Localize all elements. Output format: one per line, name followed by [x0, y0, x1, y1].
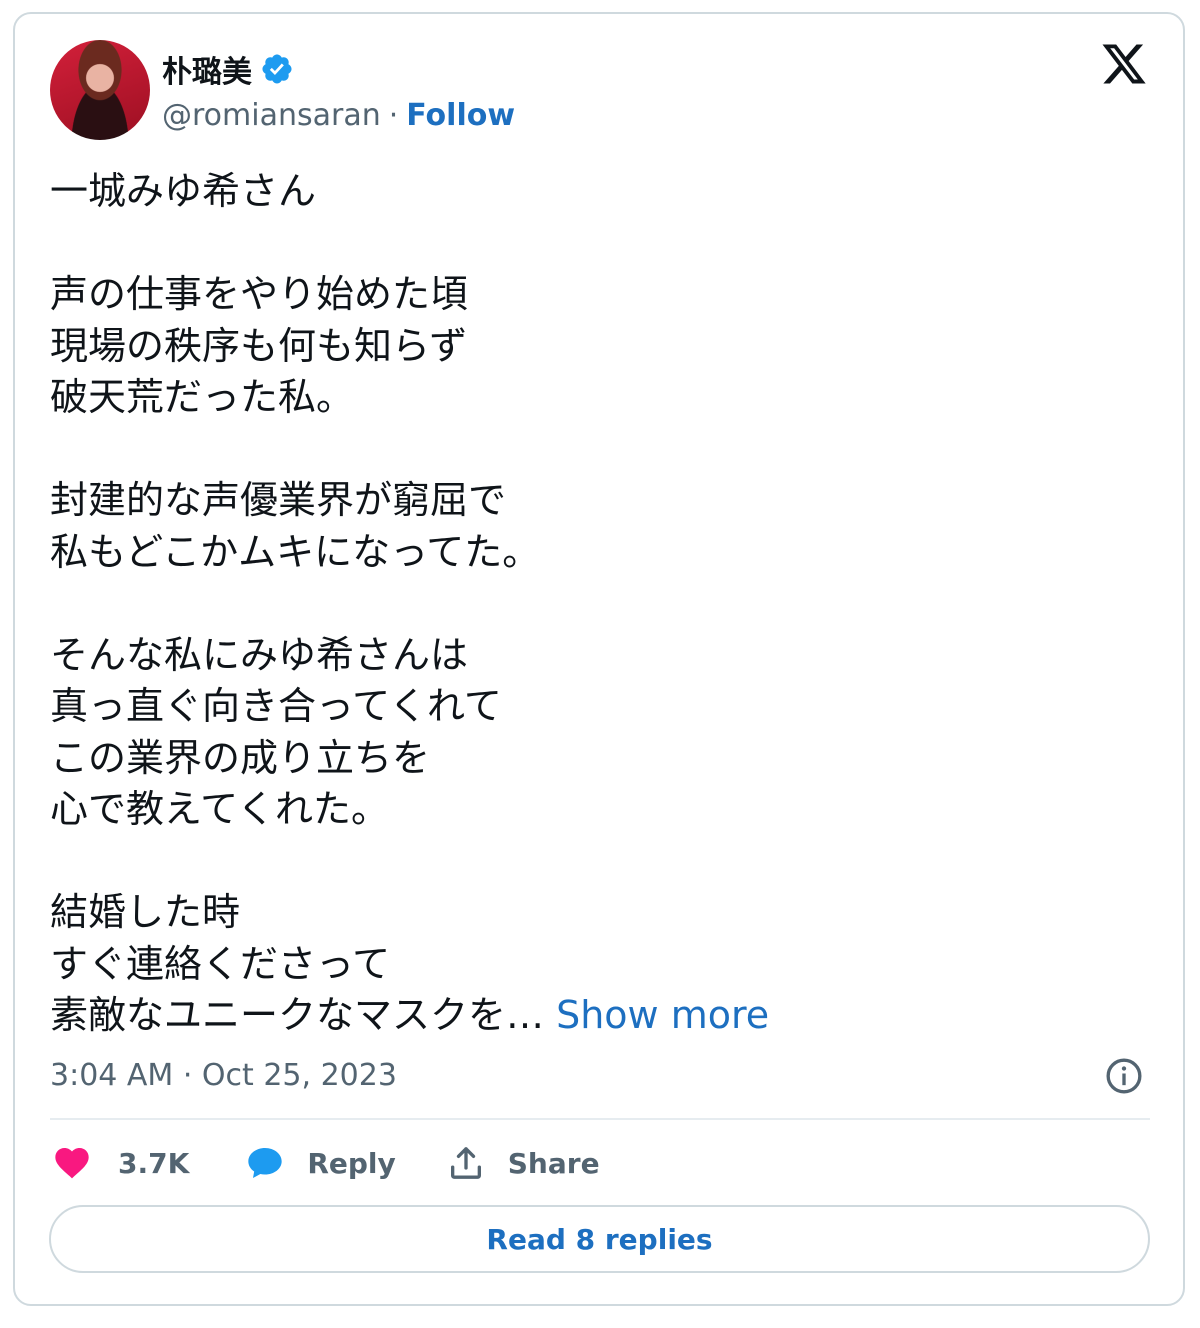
follow-button[interactable]: Follow — [406, 98, 515, 133]
share-label: Share — [507, 1146, 600, 1180]
read-replies-label: Read 8 replies — [486, 1222, 713, 1256]
share-icon — [450, 1147, 481, 1179]
like-count: 3.7K — [118, 1146, 190, 1180]
heart-icon — [55, 1148, 89, 1179]
author-name[interactable]: 朴璐美 — [162, 47, 252, 91]
tweet-body: 一城みゆ希さん 声の仕事をやり始めた頃 現場の秩序も何も知らず 破天荒だった私。… — [50, 169, 545, 1037]
reply-bubble-icon — [248, 1148, 282, 1178]
reply-button[interactable]: Reply — [245, 1143, 445, 1183]
separator-dot: · — [388, 97, 399, 133]
action-bar: 3.7K Reply Share — [52, 1140, 600, 1186]
show-more-link[interactable]: Show more — [556, 993, 769, 1037]
reply-label: Reply — [307, 1146, 396, 1180]
avatar[interactable] — [50, 40, 150, 140]
divider — [50, 1118, 1150, 1120]
author-handle-row: @romiansaran · Follow — [162, 95, 515, 135]
info-icon[interactable] — [1104, 1056, 1144, 1096]
like-button[interactable]: 3.7K — [52, 1143, 245, 1183]
read-replies-button[interactable]: Read 8 replies — [49, 1205, 1150, 1273]
tweet-text: 一城みゆ希さん 声の仕事をやり始めた頃 現場の秩序も何も知らず 破天荒だった私。… — [50, 166, 1140, 1042]
tweet-timestamp[interactable]: 3:04 AM · Oct 25, 2023 — [50, 1058, 397, 1093]
x-logo-icon[interactable] — [1100, 40, 1148, 88]
verified-badge-icon — [262, 54, 292, 84]
author-name-row: 朴璐美 — [162, 44, 294, 94]
author-handle[interactable]: @romiansaran — [162, 98, 381, 133]
share-button[interactable]: Share — [446, 1143, 600, 1183]
